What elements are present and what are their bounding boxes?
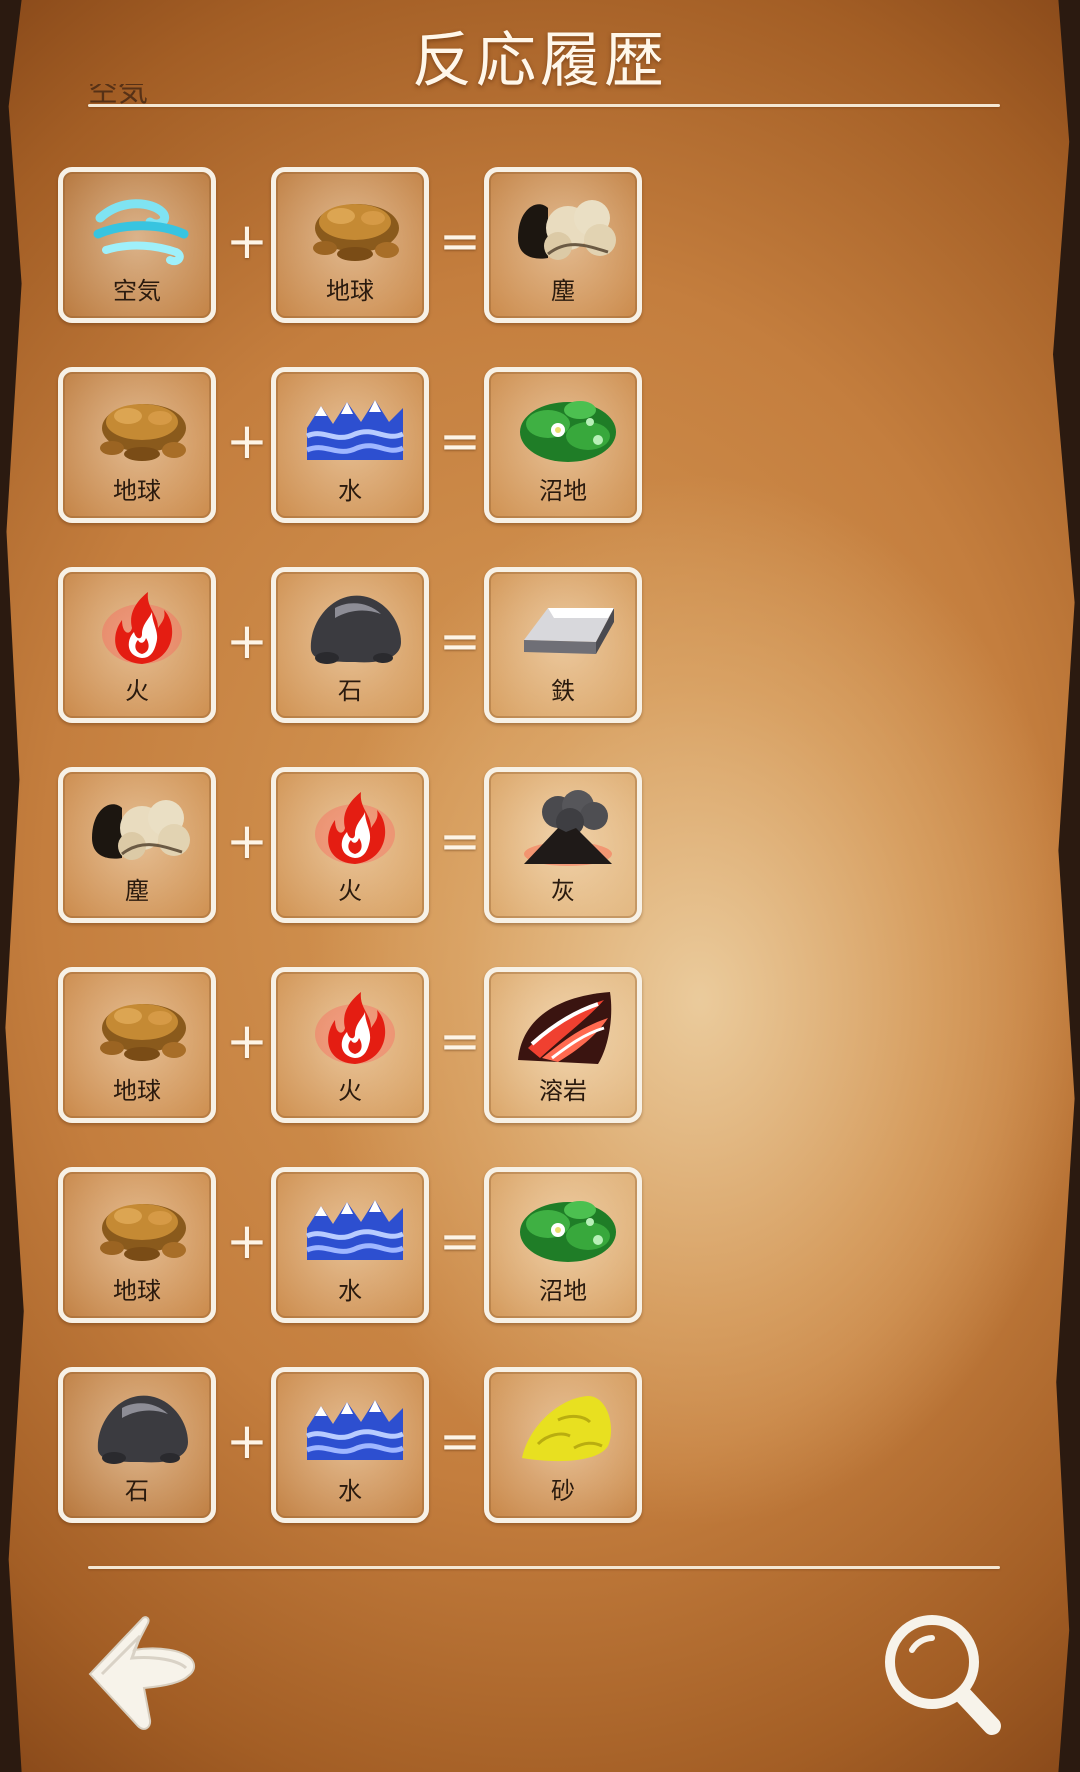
- reactant-card[interactable]: 石: [58, 1367, 216, 1523]
- earth-rock-icon: [92, 988, 192, 1068]
- plus-sign: +: [226, 812, 268, 870]
- reactant-card[interactable]: 水: [271, 1167, 429, 1323]
- reaction-row: 地球 水 沼地 + =: [58, 1167, 658, 1327]
- equals-sign: =: [439, 812, 481, 870]
- reaction-row: 地球 火 溶岩 + =: [58, 967, 658, 1127]
- product-card[interactable]: 灰: [484, 767, 642, 923]
- magnifier-icon: [885, 1615, 1001, 1735]
- reactant-card[interactable]: 水: [271, 367, 429, 523]
- reactant-card[interactable]: 空気: [58, 167, 216, 323]
- dust-cloud-icon: [92, 788, 192, 868]
- swamp-lilypad-icon: [518, 1188, 618, 1268]
- reaction-row: 塵 火 灰 + =: [58, 767, 658, 927]
- back-arrow-icon: [88, 1616, 196, 1730]
- ash-volcano-icon: [518, 788, 618, 868]
- equals-sign: =: [439, 1412, 481, 1470]
- element-label: 火: [125, 677, 149, 705]
- element-label: 地球: [113, 1077, 161, 1105]
- reactant-card[interactable]: 地球: [58, 367, 216, 523]
- element-label: 地球: [113, 1277, 161, 1305]
- equals-sign: =: [439, 212, 481, 270]
- reactant-card[interactable]: 地球: [58, 1167, 216, 1323]
- equals-sign: =: [439, 412, 481, 470]
- element-label: 鉄: [551, 677, 575, 705]
- swamp-lilypad-icon: [518, 388, 618, 468]
- reaction-row: 空気 地球 塵 + =: [58, 167, 658, 327]
- lava-icon: [518, 988, 618, 1068]
- stone-icon: [92, 1388, 192, 1468]
- scrolled-partial-text: 空気: [88, 84, 148, 104]
- reactant-card[interactable]: 火: [271, 767, 429, 923]
- element-label: 石: [125, 1477, 149, 1505]
- plus-sign: +: [226, 1012, 268, 1070]
- bottom-divider: [88, 1566, 1000, 1569]
- plus-sign: +: [226, 212, 268, 270]
- fire-flame-icon: [305, 988, 405, 1068]
- element-label: 砂: [551, 1477, 575, 1505]
- element-label: 石: [338, 677, 362, 705]
- back-button[interactable]: [88, 1616, 198, 1732]
- reaction-row: 火 石 鉄 + =: [58, 567, 658, 727]
- element-label: 地球: [326, 277, 374, 305]
- product-card[interactable]: 沼地: [484, 1167, 642, 1323]
- element-label: 水: [338, 1277, 362, 1305]
- plus-sign: +: [226, 612, 268, 670]
- reaction-row: 石 水 砂 + =: [58, 1367, 658, 1527]
- element-label: 沼地: [539, 1277, 587, 1305]
- equals-sign: =: [439, 612, 481, 670]
- element-label: 地球: [113, 477, 161, 505]
- element-label: 沼地: [539, 477, 587, 505]
- element-label: 火: [338, 877, 362, 905]
- element-label: 塵: [551, 277, 575, 305]
- reactant-card[interactable]: 地球: [271, 167, 429, 323]
- reactant-card[interactable]: 火: [271, 967, 429, 1123]
- product-card[interactable]: 鉄: [484, 567, 642, 723]
- product-card[interactable]: 沼地: [484, 367, 642, 523]
- element-label: 灰: [551, 877, 575, 905]
- reactant-card[interactable]: 水: [271, 1367, 429, 1523]
- sand-pile-icon: [518, 1388, 618, 1468]
- earth-rock-icon: [305, 188, 405, 268]
- plus-sign: +: [226, 1412, 268, 1470]
- product-card[interactable]: 砂: [484, 1367, 642, 1523]
- element-label: 水: [338, 477, 362, 505]
- reaction-row: 地球 水 沼地 + =: [58, 367, 658, 527]
- search-button[interactable]: [880, 1610, 1005, 1740]
- element-label: 溶岩: [539, 1077, 587, 1105]
- earth-rock-icon: [92, 388, 192, 468]
- air-swirl-icon: [92, 188, 192, 268]
- fire-flame-icon: [305, 788, 405, 868]
- reactant-card[interactable]: 石: [271, 567, 429, 723]
- water-waves-icon: [305, 388, 405, 468]
- water-waves-icon: [305, 1388, 405, 1468]
- equals-sign: =: [439, 1012, 481, 1070]
- product-card[interactable]: 塵: [484, 167, 642, 323]
- fire-flame-icon: [92, 588, 192, 668]
- plus-sign: +: [226, 412, 268, 470]
- plus-sign: +: [226, 1212, 268, 1270]
- reactant-card[interactable]: 塵: [58, 767, 216, 923]
- element-label: 火: [338, 1077, 362, 1105]
- element-label: 水: [338, 1477, 362, 1505]
- water-waves-icon: [305, 1188, 405, 1268]
- product-card[interactable]: 溶岩: [484, 967, 642, 1123]
- element-label: 空気: [113, 277, 161, 305]
- earth-rock-icon: [92, 1188, 192, 1268]
- stone-icon: [305, 588, 405, 668]
- dust-cloud-icon: [518, 188, 618, 268]
- equals-sign: =: [439, 1212, 481, 1270]
- top-divider: [88, 104, 1000, 107]
- reactant-card[interactable]: 火: [58, 567, 216, 723]
- reactant-card[interactable]: 地球: [58, 967, 216, 1123]
- iron-ingot-icon: [518, 588, 618, 668]
- element-label: 塵: [125, 877, 149, 905]
